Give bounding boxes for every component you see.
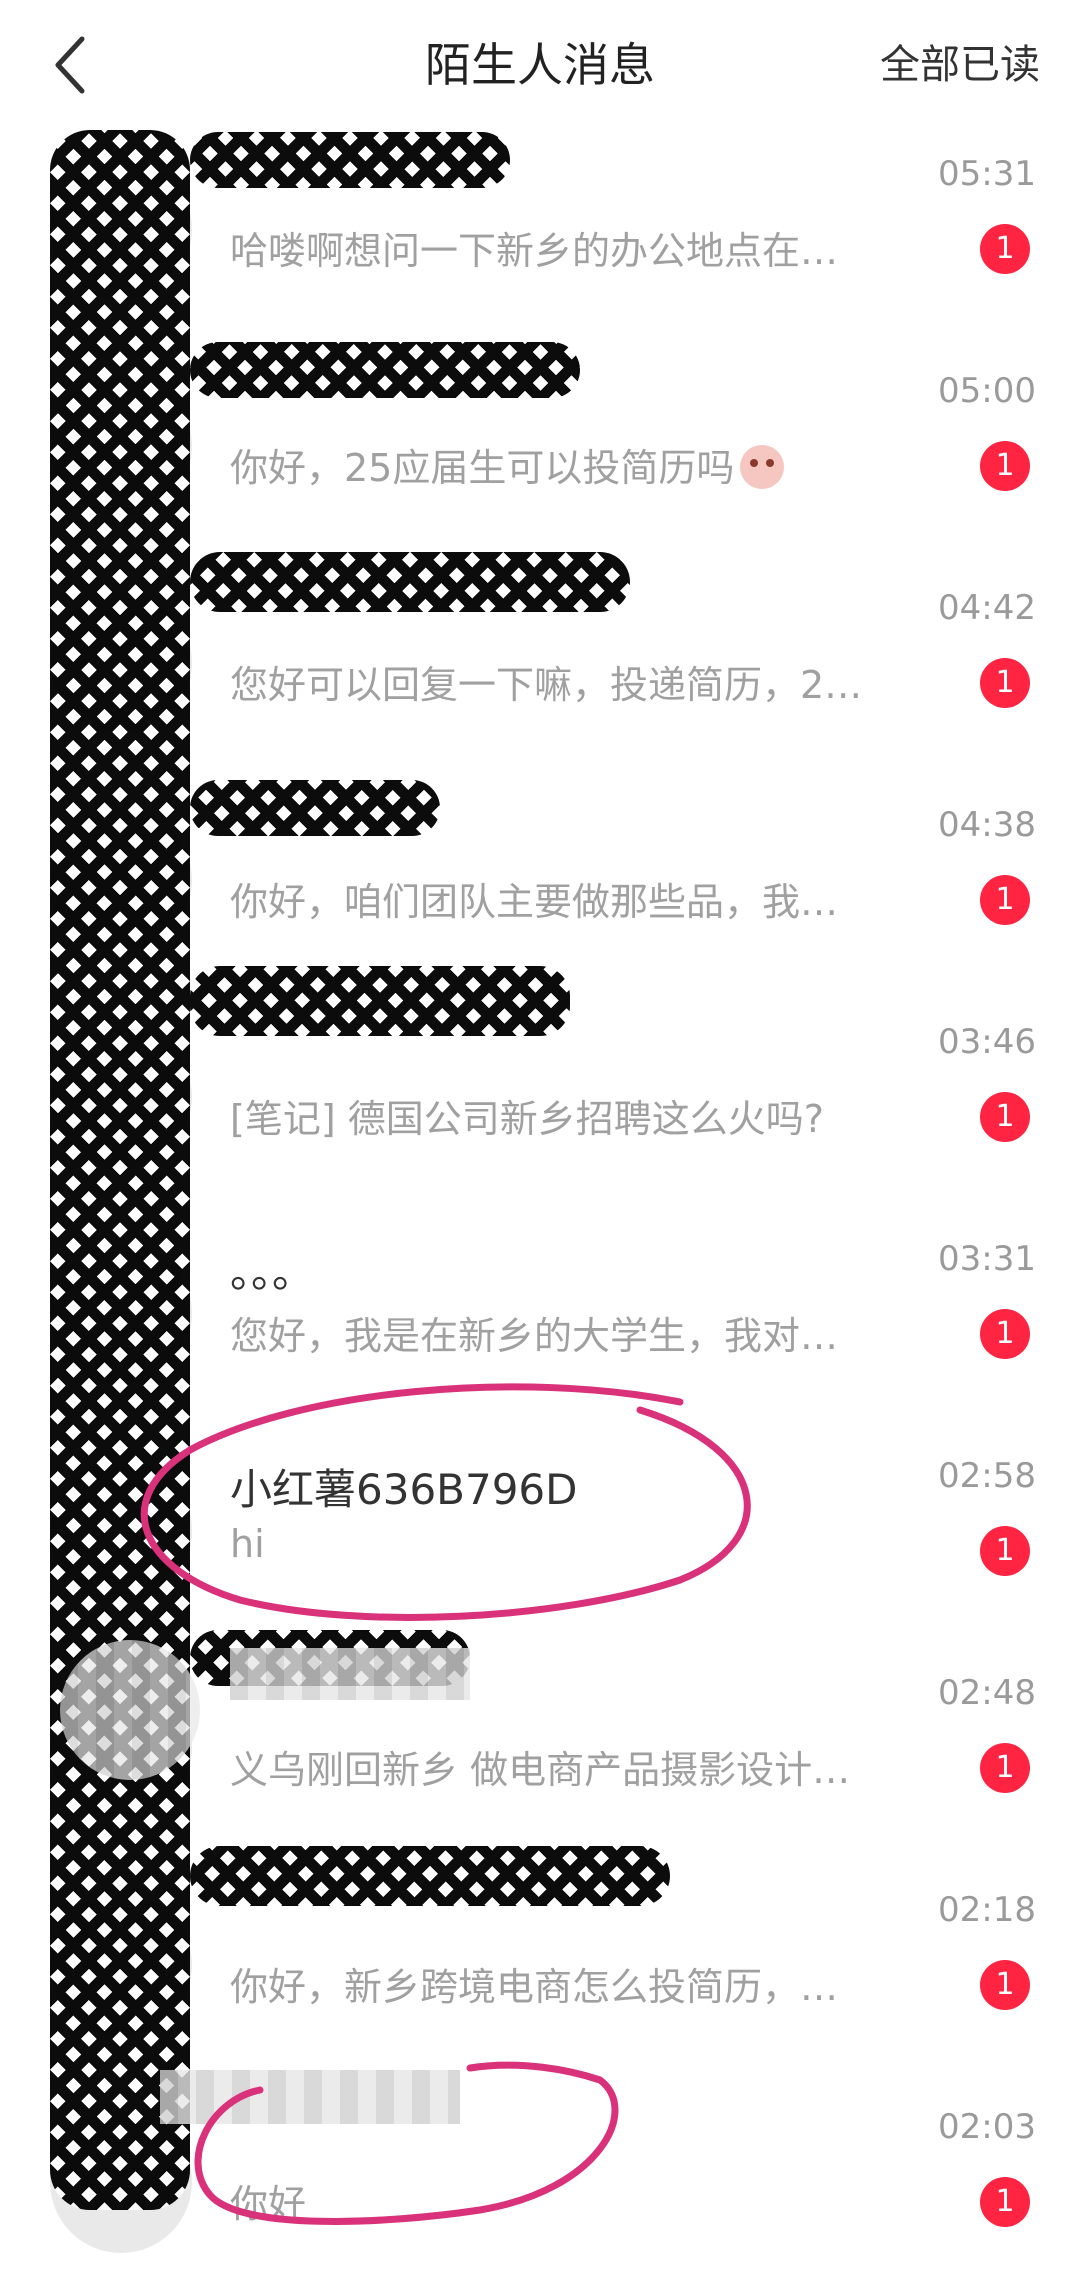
message-time: 04:42 bbox=[938, 588, 1036, 628]
message-time: 02:48 bbox=[938, 1673, 1036, 1713]
avatar bbox=[50, 1460, 192, 1602]
mark-all-read-button[interactable]: 全部已读 bbox=[880, 30, 1040, 100]
unread-badge: 1 bbox=[980, 1092, 1030, 1142]
unread-badge: 1 bbox=[980, 1960, 1030, 2010]
unread-badge: 1 bbox=[980, 658, 1030, 708]
message-preview: 您好可以回复一下嘛，投递简历，2… bbox=[230, 663, 863, 707]
message-row[interactable]: [笔记] 德国公司新乡招聘这么火吗? 03:46 1 bbox=[0, 988, 1080, 1205]
message-time: 02:18 bbox=[938, 1890, 1036, 1930]
message-row[interactable]: 你好，咱们团队主要做那些品，我… 04:38 1 bbox=[0, 771, 1080, 988]
avatar bbox=[50, 1243, 192, 1385]
avatar bbox=[50, 1894, 192, 2036]
message-preview: 你好，咱们团队主要做那些品，我… bbox=[230, 880, 839, 924]
message-preview: 你好，新乡跨境电商怎么投简历，… bbox=[230, 1965, 839, 2009]
unread-badge: 1 bbox=[980, 875, 1030, 925]
message-row[interactable]: 你好 02:03 1 bbox=[0, 2073, 1080, 2290]
message-preview: [笔记] 德国公司新乡招聘这么火吗? bbox=[230, 1097, 824, 1141]
message-row[interactable]: 。。。 您好，我是在新乡的大学生，我对… 03:31 1 bbox=[0, 1205, 1080, 1422]
sender-name: 小红薯636B796D bbox=[230, 1465, 578, 1514]
avatar bbox=[50, 592, 192, 734]
unread-badge: 1 bbox=[980, 1743, 1030, 1793]
avatar bbox=[50, 158, 192, 300]
message-row[interactable]: 哈喽啊想问一下新乡的办公地点在… 05:31 1 bbox=[0, 120, 1080, 337]
message-preview: 哈喽啊想问一下新乡的办公地点在… bbox=[230, 229, 839, 273]
message-time: 05:00 bbox=[938, 371, 1036, 411]
message-time: 03:46 bbox=[938, 1022, 1036, 1062]
message-preview: 您好，我是在新乡的大学生，我对… bbox=[230, 1314, 839, 1358]
unread-badge: 1 bbox=[980, 1526, 1030, 1576]
avatar bbox=[50, 1677, 192, 1819]
message-list: 哈喽啊想问一下新乡的办公地点在… 05:31 1 你好，25应届生可以投简历吗 … bbox=[0, 120, 1080, 2290]
emoji-sticker-icon bbox=[740, 445, 785, 489]
unread-badge: 1 bbox=[980, 2177, 1030, 2227]
message-time: 02:03 bbox=[938, 2107, 1036, 2147]
message-time: 03:31 bbox=[938, 1239, 1036, 1279]
message-time: 04:38 bbox=[938, 805, 1036, 845]
message-time: 05:31 bbox=[938, 154, 1036, 194]
message-preview: 你好 bbox=[230, 2182, 307, 2226]
message-row[interactable]: 你好，25应届生可以投简历吗 05:00 1 bbox=[0, 337, 1080, 554]
message-row[interactable]: 义乌刚回新乡 做电商产品摄影设计… 02:48 1 bbox=[0, 1639, 1080, 1856]
unread-badge: 1 bbox=[980, 1309, 1030, 1359]
message-row[interactable]: 你好，新乡跨境电商怎么投简历，… 02:18 1 bbox=[0, 1856, 1080, 2073]
message-preview: 你好，25应届生可以投简历吗 bbox=[230, 437, 785, 492]
avatar bbox=[50, 809, 192, 951]
message-time: 02:58 bbox=[938, 1456, 1036, 1496]
avatar bbox=[50, 375, 192, 517]
message-preview-text: 你好，25应届生可以投简历吗 bbox=[230, 446, 735, 490]
message-preview: hi bbox=[230, 1522, 265, 1566]
message-row[interactable]: 您好可以回复一下嘛，投递简历，2… 04:42 1 bbox=[0, 554, 1080, 771]
avatar bbox=[50, 1026, 192, 1168]
message-preview: 义乌刚回新乡 做电商产品摄影设计… bbox=[230, 1748, 851, 1792]
sender-name: 。。。 bbox=[230, 1248, 315, 1297]
message-row[interactable]: 小红薯636B796D hi 02:58 1 bbox=[0, 1422, 1080, 1639]
avatar bbox=[50, 2111, 192, 2253]
unread-badge: 1 bbox=[980, 224, 1030, 274]
unread-badge: 1 bbox=[980, 441, 1030, 491]
top-bar: 陌生人消息 全部已读 bbox=[0, 0, 1080, 130]
